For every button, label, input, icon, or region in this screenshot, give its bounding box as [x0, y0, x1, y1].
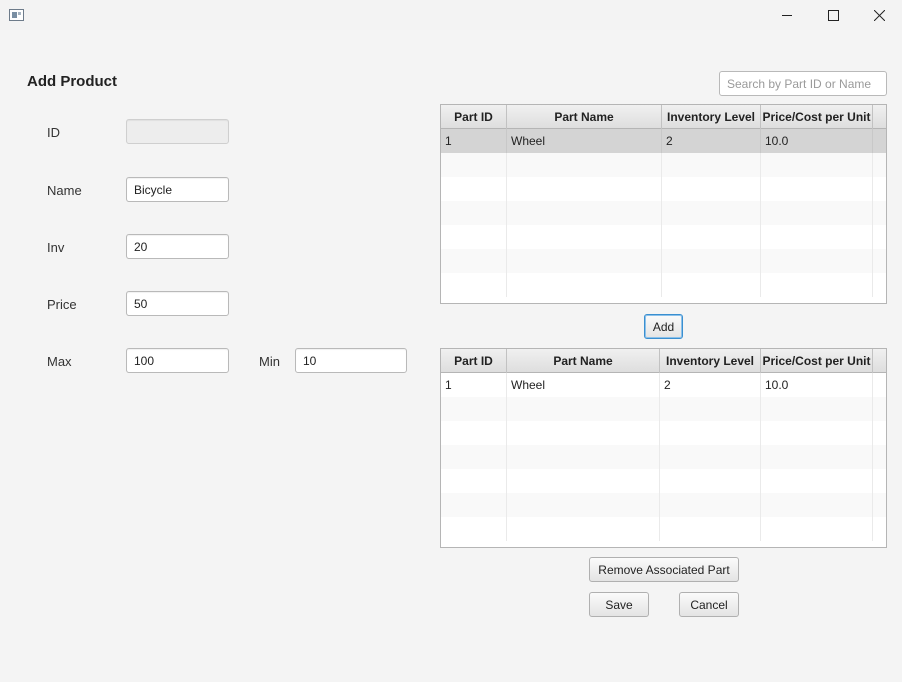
table-cell: 1: [441, 129, 507, 153]
column-header-price-cost[interactable]: Price/Cost per Unit: [761, 105, 873, 129]
id-field: [126, 119, 229, 144]
cancel-button[interactable]: Cancel: [679, 592, 739, 617]
empty-table-row: [441, 249, 886, 273]
save-button[interactable]: Save: [589, 592, 649, 617]
column-header-part-name[interactable]: Part Name: [507, 349, 660, 373]
empty-table-row: [441, 445, 886, 469]
empty-table-row: [441, 517, 886, 541]
remove-associated-part-button[interactable]: Remove Associated Part: [589, 557, 739, 582]
title-bar: [0, 0, 902, 30]
inv-field[interactable]: [126, 234, 229, 259]
empty-table-row: [441, 397, 886, 421]
max-field[interactable]: [126, 348, 229, 373]
column-header-price-cost[interactable]: Price/Cost per Unit: [761, 349, 873, 373]
close-icon: [873, 9, 885, 21]
close-button[interactable]: [856, 0, 902, 30]
column-header-filler: [873, 105, 886, 129]
table-cell: 1: [441, 373, 507, 397]
name-field[interactable]: [126, 177, 229, 202]
column-header-filler: [873, 349, 886, 373]
price-label: Price: [47, 297, 77, 312]
empty-table-row: [441, 201, 886, 225]
inv-label: Inv: [47, 240, 65, 255]
maximize-icon: [827, 9, 839, 21]
id-label: ID: [47, 125, 60, 140]
parts-table-header: Part ID Part Name Inventory Level Price/…: [441, 105, 886, 129]
min-label: Min: [259, 354, 280, 369]
table-row[interactable]: 1 Wheel 2 10.0: [441, 129, 886, 153]
window-content: Add Product ID Name Inv Price Max Min Pa…: [0, 30, 902, 682]
table-cell: 2: [662, 129, 761, 153]
column-header-inventory-level[interactable]: Inventory Level: [660, 349, 761, 373]
table-cell: [873, 129, 886, 153]
table-cell: Wheel: [507, 373, 660, 397]
column-header-part-id[interactable]: Part ID: [441, 349, 507, 373]
min-field[interactable]: [295, 348, 407, 373]
table-row[interactable]: 1 Wheel 2 10.0: [441, 373, 886, 397]
column-header-part-name[interactable]: Part Name: [507, 105, 662, 129]
minimize-icon: [782, 15, 792, 16]
empty-table-row: [441, 469, 886, 493]
window-app-icon: [9, 9, 24, 21]
price-field[interactable]: [126, 291, 229, 316]
empty-table-row: [441, 273, 886, 297]
page-title: Add Product: [27, 73, 117, 90]
table-cell: Wheel: [507, 129, 662, 153]
maximize-button[interactable]: [810, 0, 856, 30]
empty-table-row: [441, 153, 886, 177]
empty-table-row: [441, 421, 886, 445]
table-cell: 10.0: [761, 373, 873, 397]
minimize-button[interactable]: [764, 0, 810, 30]
associated-table-body: 1 Wheel 2 10.0: [441, 373, 886, 541]
table-cell: [873, 373, 886, 397]
empty-table-row: [441, 225, 886, 249]
column-header-part-id[interactable]: Part ID: [441, 105, 507, 129]
part-search-input[interactable]: [719, 71, 887, 96]
column-header-inventory-level[interactable]: Inventory Level: [662, 105, 761, 129]
table-cell: 2: [660, 373, 761, 397]
name-label: Name: [47, 183, 82, 198]
parts-table-body: 1 Wheel 2 10.0: [441, 129, 886, 297]
parts-table[interactable]: Part ID Part Name Inventory Level Price/…: [440, 104, 887, 304]
add-part-button[interactable]: Add: [644, 314, 683, 339]
empty-table-row: [441, 177, 886, 201]
associated-table-header: Part ID Part Name Inventory Level Price/…: [441, 349, 886, 373]
max-label: Max: [47, 354, 72, 369]
table-cell: 10.0: [761, 129, 873, 153]
empty-table-row: [441, 493, 886, 517]
associated-parts-table[interactable]: Part ID Part Name Inventory Level Price/…: [440, 348, 887, 548]
